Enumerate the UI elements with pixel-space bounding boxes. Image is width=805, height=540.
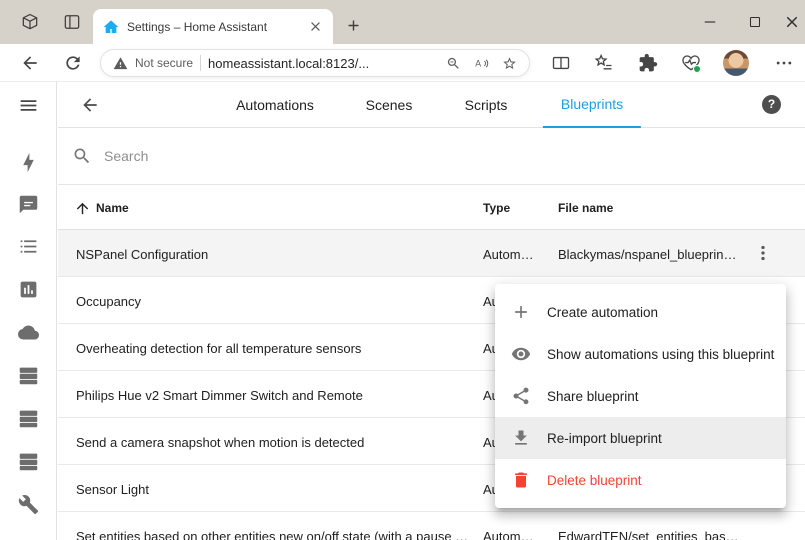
refresh-icon[interactable] (63, 53, 83, 73)
row-name: Sensor Light (76, 482, 149, 497)
row-name: Overheating detection for all temperatur… (76, 341, 361, 356)
maximize-icon[interactable] (746, 13, 764, 31)
tab-title: Settings – Home Assistant (127, 20, 300, 34)
tab-automations[interactable]: Automations (218, 82, 332, 128)
ha-sidebar (0, 82, 57, 540)
back-icon[interactable] (20, 53, 40, 73)
row-type: Autom… (483, 529, 545, 540)
tab-scenes[interactable]: Scenes (348, 82, 431, 128)
sort-arrow-icon[interactable] (74, 200, 91, 217)
browser-titlebar: Settings – Home Assistant (0, 0, 805, 44)
star-icon[interactable] (502, 56, 517, 71)
table-row[interactable]: Set entities based on other entities new… (58, 512, 805, 540)
column-header-type[interactable]: Type (483, 201, 510, 215)
logbook-icon[interactable] (18, 236, 39, 257)
blueprint-context-menu: Create automation Show automations using… (495, 284, 786, 508)
search-bar (58, 128, 805, 184)
security-label: Not secure (135, 56, 193, 70)
server-icon[interactable] (18, 451, 39, 472)
favorites-icon[interactable] (594, 53, 614, 73)
url-divider (200, 55, 201, 71)
warning-icon[interactable] (113, 56, 128, 71)
minimize-icon[interactable] (701, 13, 719, 31)
cloud-icon[interactable] (18, 322, 39, 343)
extensions-icon[interactable] (638, 53, 658, 73)
zoom-out-icon[interactable] (446, 56, 461, 71)
tab-scripts[interactable]: Scripts (447, 82, 526, 128)
address-bar[interactable]: Not secure homeassistant.local:8123/... … (100, 49, 530, 77)
row-name: Occupancy (76, 294, 141, 309)
split-screen-icon[interactable] (551, 53, 571, 73)
row-name: NSPanel Configuration (76, 247, 208, 262)
history-icon[interactable] (18, 279, 39, 300)
tab-blueprints[interactable]: Blueprints (543, 82, 641, 128)
tab-actions-icon[interactable] (62, 12, 82, 32)
svg-text:A: A (475, 58, 481, 68)
help-icon[interactable]: ? (762, 95, 781, 114)
read-aloud-icon[interactable]: A (474, 56, 489, 71)
menu-item-label: Create automation (547, 305, 658, 320)
ha-header: Automations Scenes Scripts Blueprints ? (58, 82, 805, 128)
row-name: Send a camera snapshot when motion is de… (76, 435, 364, 450)
download-icon (511, 428, 531, 448)
server-icon[interactable] (18, 408, 39, 429)
essentials-status-dot (693, 65, 701, 73)
tab-close-icon[interactable] (308, 19, 323, 34)
row-name: Philips Hue v2 Smart Dimmer Switch and R… (76, 388, 363, 403)
menu-item-show-automations[interactable]: Show automations using this blueprint (495, 333, 786, 375)
plus-icon (511, 302, 531, 322)
more-menu-icon[interactable] (774, 53, 794, 73)
url-text: homeassistant.local:8123/... (208, 56, 369, 71)
browser-toolbar: Not secure homeassistant.local:8123/... … (0, 44, 805, 82)
menu-item-create-automation[interactable]: Create automation (495, 291, 786, 333)
menu-item-label: Show automations using this blueprint (547, 347, 774, 362)
menu-item-label: Delete blueprint (547, 473, 642, 488)
trash-icon (511, 470, 531, 490)
row-overflow-menu-icon[interactable] (752, 242, 774, 264)
menu-item-label: Share blueprint (547, 389, 639, 404)
table-header: Name Type File name (58, 184, 805, 230)
energy-icon[interactable] (18, 152, 39, 173)
search-input[interactable] (104, 148, 504, 164)
browser-window: Settings – Home Assistant (0, 0, 805, 540)
chat-icon[interactable] (18, 194, 39, 215)
column-header-name[interactable]: Name (96, 201, 129, 215)
eye-icon (511, 344, 531, 364)
ha-back-icon[interactable] (80, 95, 100, 115)
column-header-file-name[interactable]: File name (558, 201, 613, 215)
menu-icon[interactable] (18, 95, 39, 116)
row-name: Set entities based on other entities new… (76, 529, 471, 540)
search-icon (72, 146, 92, 166)
close-icon[interactable] (783, 13, 801, 31)
row-file: Blackymas/nspanel_blueprin… (558, 247, 748, 262)
tools-icon[interactable] (18, 494, 39, 515)
new-tab-icon[interactable] (345, 17, 362, 34)
row-file: EdwardTEN/set_entities_bas… (558, 529, 748, 540)
menu-item-label: Re-import blueprint (547, 431, 662, 446)
server-icon[interactable] (18, 365, 39, 386)
menu-item-share-blueprint[interactable]: Share blueprint (495, 375, 786, 417)
workspaces-icon[interactable] (20, 12, 40, 32)
share-icon (511, 386, 531, 406)
menu-item-delete-blueprint[interactable]: Delete blueprint (495, 459, 786, 501)
home-assistant-favicon (103, 19, 119, 35)
profile-avatar[interactable] (723, 50, 749, 76)
browser-tab[interactable]: Settings – Home Assistant (93, 9, 333, 44)
menu-item-reimport-blueprint[interactable]: Re-import blueprint (495, 417, 786, 459)
row-type: Autom… (483, 247, 545, 262)
table-row[interactable]: NSPanel Configuration Autom… Blackymas/n… (58, 230, 805, 277)
